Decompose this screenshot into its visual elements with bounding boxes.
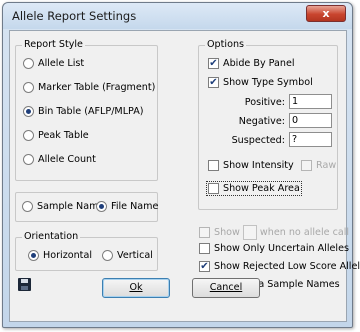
checkbox-show-disabled-box bbox=[199, 227, 210, 238]
radio-file-name-indicator[interactable] bbox=[96, 201, 107, 212]
close-button[interactable]: x bbox=[306, 5, 346, 22]
radio-sample-name-label: Sample Name bbox=[37, 201, 105, 212]
checkbox-show-peak-area-box[interactable] bbox=[208, 183, 219, 194]
checkbox-show-peak-area[interactable]: Show Peak Area bbox=[206, 181, 302, 196]
radio-marker-table[interactable]: Marker Table (Fragment) bbox=[23, 82, 155, 93]
radio-vertical-indicator[interactable] bbox=[102, 250, 113, 261]
title-bar[interactable]: Allele Report Settings x bbox=[3, 3, 352, 29]
orientation-group: Orientation Horizontal Vertical bbox=[15, 231, 158, 271]
radio-file-name[interactable]: File Name bbox=[96, 201, 158, 212]
when-no-allele-label: when no allele call bbox=[259, 227, 350, 238]
checkbox-abide-by-panel-label: Abide By Panel bbox=[223, 58, 295, 69]
negative-input[interactable]: 0 bbox=[289, 113, 332, 128]
report-style-group: Report Style Allele List Marker Table (F… bbox=[15, 39, 158, 181]
checkbox-raw-box bbox=[301, 160, 312, 171]
suspected-input[interactable]: ? bbox=[289, 132, 332, 147]
radio-allele-count-indicator[interactable] bbox=[23, 154, 34, 165]
options-group: Options ✔ Abide By Panel ✔ Show Type Sym… bbox=[198, 39, 338, 210]
checkbox-show-only-uncertain-label: Show Only Uncertain Alleles bbox=[214, 243, 349, 254]
orientation-legend: Orientation bbox=[22, 231, 81, 242]
options-legend: Options bbox=[205, 39, 247, 50]
checkbox-show-type-symbol-box[interactable]: ✔ bbox=[208, 77, 219, 88]
radio-allele-list-label: Allele List bbox=[38, 58, 85, 69]
checkbox-show-only-uncertain-box[interactable] bbox=[199, 243, 210, 254]
show-when-no-allele-row: Show when no allele call bbox=[199, 225, 349, 240]
cancel-button-label: Cancel bbox=[209, 282, 243, 293]
radio-horizontal-indicator[interactable] bbox=[28, 250, 39, 261]
radio-horizontal-label: Horizontal bbox=[43, 250, 92, 261]
checkbox-show-only-uncertain[interactable]: Show Only Uncertain Alleles bbox=[199, 243, 349, 254]
radio-sample-name[interactable]: Sample Name bbox=[22, 201, 104, 212]
positive-label: Positive: bbox=[244, 97, 285, 108]
checkbox-show-peak-area-label: Show Peak Area bbox=[223, 183, 300, 194]
radio-allele-count[interactable]: Allele Count bbox=[23, 154, 96, 165]
show-symbol-input bbox=[242, 225, 257, 240]
radio-allele-list-indicator[interactable] bbox=[23, 58, 34, 69]
radio-vertical-label: Vertical bbox=[117, 250, 153, 261]
report-style-legend: Report Style bbox=[22, 39, 85, 50]
radio-horizontal[interactable]: Horizontal bbox=[28, 250, 92, 261]
radio-bin-table-label: Bin Table (AFLP/MLPA) bbox=[38, 106, 144, 117]
checkbox-show-type-symbol[interactable]: ✔ Show Type Symbol bbox=[208, 77, 313, 88]
negative-label: Negative: bbox=[238, 116, 285, 127]
ok-button-label: Ok bbox=[129, 282, 143, 293]
close-icon: x bbox=[322, 7, 330, 20]
checkbox-abide-by-panel[interactable]: ✔ Abide By Panel bbox=[208, 58, 295, 69]
cancel-button[interactable]: Cancel bbox=[192, 278, 260, 298]
radio-bin-table-indicator[interactable] bbox=[23, 106, 34, 117]
dialog-client-area: Report Style Allele List Marker Table (F… bbox=[9, 30, 360, 322]
suspected-label: Suspected: bbox=[231, 135, 285, 146]
positive-input[interactable]: 1 bbox=[289, 94, 332, 109]
checkbox-show-rejected-box[interactable]: ✔ bbox=[199, 261, 210, 272]
radio-sample-name-indicator[interactable] bbox=[22, 201, 33, 212]
checkbox-show-rejected-label: Show Rejected Low Score Alleles bbox=[214, 261, 360, 272]
name-by-group: Sample Name File Name bbox=[15, 192, 158, 222]
floppy-disk-icon[interactable] bbox=[18, 278, 31, 291]
dialog-window: Allele Report Settings x Report Style Al… bbox=[2, 2, 360, 328]
show-disabled-label: Show bbox=[214, 227, 240, 238]
radio-bin-table[interactable]: Bin Table (AFLP/MLPA) bbox=[23, 106, 144, 117]
checkbox-show-rejected[interactable]: ✔ Show Rejected Low Score Alleles bbox=[199, 261, 360, 272]
radio-file-name-label: File Name bbox=[111, 201, 159, 212]
checkbox-show-intensity[interactable]: Show Intensity bbox=[208, 160, 294, 171]
checkbox-raw-label: Raw bbox=[316, 160, 337, 171]
checkbox-show-intensity-label: Show Intensity bbox=[223, 160, 294, 171]
radio-peak-table-indicator[interactable] bbox=[23, 130, 34, 141]
radio-marker-table-indicator[interactable] bbox=[23, 82, 34, 93]
checkbox-show-type-symbol-label: Show Type Symbol bbox=[223, 77, 313, 88]
radio-allele-list[interactable]: Allele List bbox=[23, 58, 84, 69]
checkbox-show-intensity-box[interactable] bbox=[208, 160, 219, 171]
ok-button[interactable]: Ok bbox=[102, 278, 170, 298]
window-title: Allele Report Settings bbox=[12, 9, 137, 23]
radio-peak-table-label: Peak Table bbox=[38, 130, 89, 141]
checkbox-abide-by-panel-box[interactable]: ✔ bbox=[208, 58, 219, 69]
checkbox-raw: Raw bbox=[301, 160, 336, 171]
radio-peak-table[interactable]: Peak Table bbox=[23, 130, 89, 141]
radio-allele-count-label: Allele Count bbox=[38, 154, 96, 165]
radio-marker-table-label: Marker Table (Fragment) bbox=[38, 82, 156, 93]
radio-vertical[interactable]: Vertical bbox=[102, 250, 153, 261]
